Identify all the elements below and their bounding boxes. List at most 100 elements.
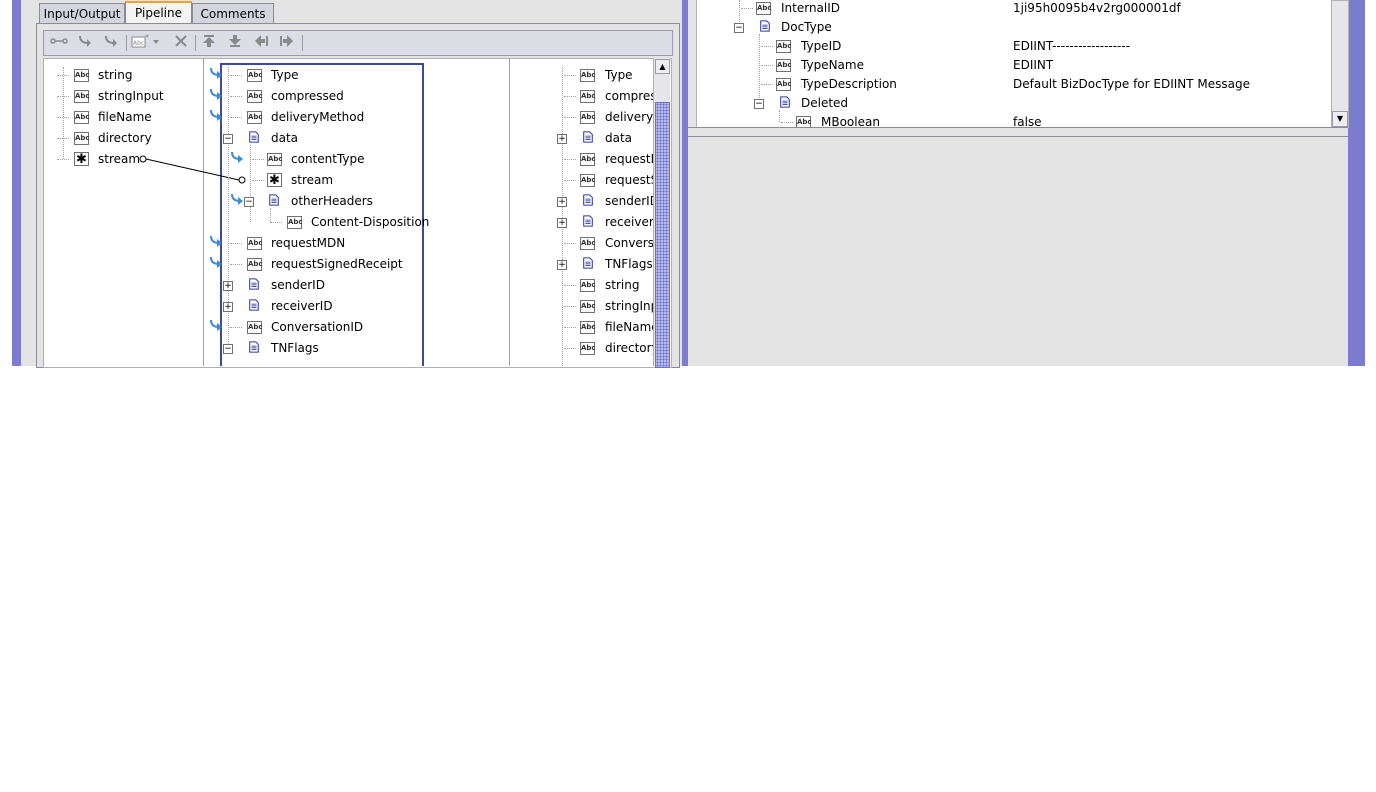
scrollbar-thumb[interactable] — [655, 102, 670, 368]
expand-icon[interactable]: + — [557, 260, 567, 270]
abc-icon: Abc — [776, 78, 792, 91]
abc-icon: Abc — [267, 153, 283, 166]
pipeline-in-item[interactable]: directory — [98, 129, 152, 147]
abc-icon: Abc — [287, 216, 303, 229]
pipeline-out-item[interactable]: fileName — [605, 318, 653, 336]
pipeline-out-item[interactable]: Conversa — [605, 234, 653, 252]
abc-icon: Abc — [247, 111, 263, 124]
service-in-item[interactable]: stream — [291, 171, 333, 189]
collapse-icon[interactable]: − — [244, 197, 254, 207]
expand-icon[interactable]: + — [223, 302, 233, 312]
abc-icon: Abc — [580, 174, 596, 187]
pipeline-out-tree: Abc Type Abc compres Abc deliveryM + dat… — [510, 59, 653, 366]
object-icon: ✱ — [74, 152, 89, 166]
shift-left-icon[interactable] — [250, 34, 272, 52]
service-in-item[interactable]: senderID — [271, 276, 325, 294]
link-icon[interactable] — [48, 34, 70, 52]
abc-icon: Abc — [580, 279, 596, 292]
map-arrow-icon — [210, 319, 222, 331]
result-name: Deleted — [801, 96, 849, 110]
map-back-icon[interactable] — [100, 34, 122, 52]
pipeline-in-item[interactable]: stringInput — [98, 87, 164, 105]
document-icon — [583, 257, 593, 269]
svg-text:Abc: Abc — [133, 40, 144, 47]
tab-comments[interactable]: Comments — [192, 3, 274, 24]
service-in-item[interactable]: requestSignedReceipt — [271, 255, 403, 273]
pipeline-in-item[interactable]: string — [98, 66, 132, 84]
result-name: TypeName — [801, 58, 864, 72]
pipeline-in-item[interactable]: stream — [98, 150, 140, 168]
pipeline-in-item[interactable]: fileName — [98, 108, 152, 126]
abc-icon: Abc — [580, 237, 596, 250]
pipeline-out-item[interactable]: data — [605, 129, 632, 147]
expand-icon[interactable]: + — [557, 218, 567, 228]
service-in-item[interactable]: Type — [271, 66, 299, 84]
document-icon — [249, 278, 259, 290]
scroll-up-icon[interactable]: ▲ — [655, 59, 670, 74]
move-down-icon[interactable] — [224, 34, 246, 52]
pipeline-out-item[interactable]: Type — [605, 66, 633, 84]
service-in-item[interactable]: deliveryMethod — [271, 108, 364, 126]
abc-icon: Abc — [247, 258, 263, 271]
service-in-item[interactable]: otherHeaders — [291, 192, 373, 210]
pipeline-out-item[interactable]: deliveryM — [605, 108, 653, 126]
map-arrow-icon — [231, 151, 243, 163]
pipeline-out-item[interactable]: stringInp — [605, 297, 653, 315]
collapse-icon[interactable]: − — [754, 99, 764, 109]
expand-icon[interactable]: + — [557, 197, 567, 207]
scroll-down-icon[interactable]: ▼ — [1332, 111, 1348, 127]
abc-icon: Abc — [580, 111, 596, 124]
map-arrow-icon — [231, 193, 243, 205]
delete-icon[interactable] — [170, 34, 192, 52]
abc-icon: Abc — [74, 111, 90, 124]
map-arrow-icon — [210, 256, 222, 268]
map-arrow-icon — [210, 88, 222, 100]
tab-input-output[interactable]: Input/Output — [39, 3, 125, 24]
abc-icon: Abc — [74, 132, 90, 145]
results-tree: Abc InternalID 1ji95h0095b4v2rg000001df … — [696, 0, 1332, 128]
map-forward-icon[interactable] — [74, 34, 96, 52]
result-value: EDIINT------------------ — [1013, 39, 1131, 53]
split-pane-divider[interactable] — [688, 127, 1348, 137]
shift-right-icon[interactable] — [276, 34, 298, 52]
result-name: MBoolean — [821, 115, 880, 128]
result-name: DocType — [781, 20, 832, 34]
service-in-item[interactable]: data — [271, 129, 298, 147]
service-in-item[interactable]: compressed — [271, 87, 344, 105]
result-name: TypeDescription — [801, 77, 897, 91]
pipeline-out-item[interactable]: string — [605, 276, 639, 294]
pipeline-out-item[interactable]: TNFlags — [605, 255, 653, 273]
service-in-item[interactable]: Content-Disposition — [311, 213, 429, 231]
map-arrow-icon — [210, 235, 222, 247]
service-in-item[interactable]: requestMDN — [271, 234, 345, 252]
document-icon — [249, 131, 259, 143]
service-in-item[interactable]: ConversationID — [271, 318, 363, 336]
abc-icon: Abc — [74, 90, 90, 103]
result-value: Default BizDocType for EDIINT Message — [1013, 77, 1251, 91]
abc-icon: Abc — [776, 59, 792, 72]
collapse-icon[interactable]: − — [734, 23, 744, 33]
pipeline-out-item[interactable]: receiverID — [605, 213, 653, 231]
abc-icon: Abc — [247, 90, 263, 103]
abc-icon: Abc — [247, 237, 263, 250]
service-in-item[interactable]: receiverID — [271, 297, 333, 315]
abc-icon: Abc — [580, 153, 596, 166]
pipeline-out-item[interactable]: directory — [605, 339, 653, 357]
map-arrow-icon — [210, 67, 222, 79]
move-up-icon[interactable] — [198, 34, 220, 52]
abc-icon: Abc — [580, 342, 596, 355]
collapse-icon[interactable]: − — [223, 134, 233, 144]
pipeline-out-item[interactable]: requestM — [605, 150, 653, 168]
expand-icon[interactable]: + — [223, 281, 233, 291]
collapse-icon[interactable]: − — [223, 344, 233, 354]
result-value: false — [1013, 115, 1042, 128]
pipeline-out-item[interactable]: requestS — [605, 171, 653, 189]
service-in-item[interactable]: TNFlags — [271, 339, 319, 357]
document-icon — [269, 194, 279, 206]
insert-field-icon[interactable]: Abc * — [130, 33, 164, 52]
expand-icon[interactable]: + — [557, 134, 567, 144]
service-in-item[interactable]: contentType — [291, 150, 365, 168]
pipeline-out-item[interactable]: compres — [605, 87, 653, 105]
results-scrollbar[interactable] — [1331, 0, 1349, 128]
pipeline-out-item[interactable]: senderID — [605, 192, 653, 210]
